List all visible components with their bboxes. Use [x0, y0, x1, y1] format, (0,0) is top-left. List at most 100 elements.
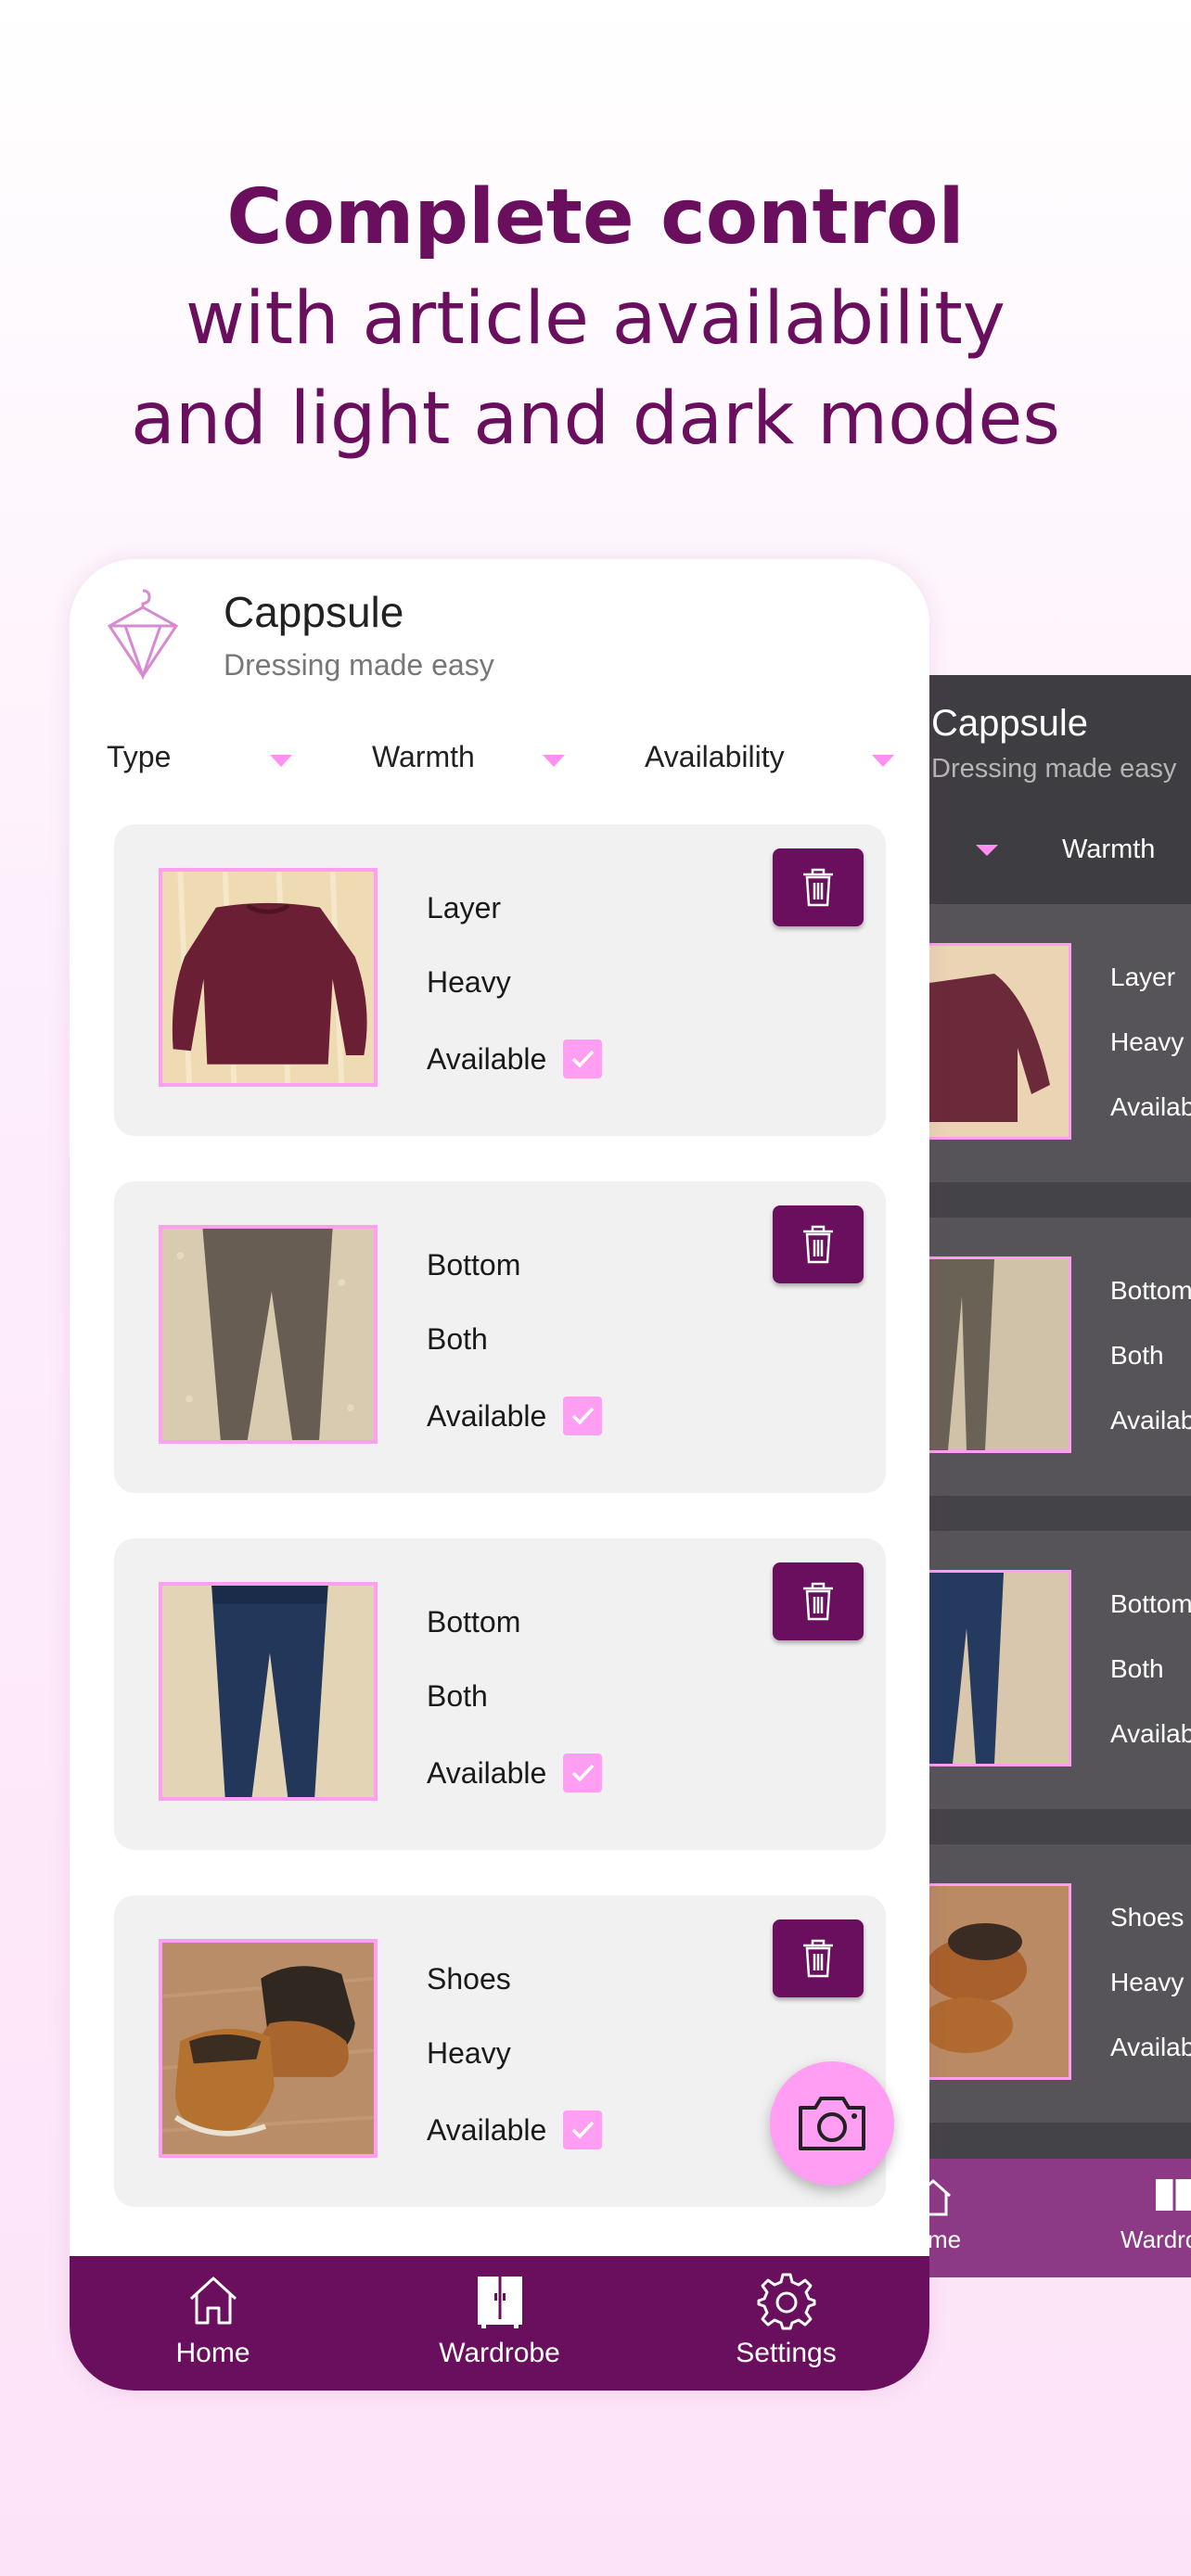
dark-item-warmth: Heavy — [1110, 1027, 1185, 1056]
app-subtitle: Dressing made easy — [224, 648, 494, 682]
delete-button[interactable] — [773, 848, 864, 926]
headline-line-1: Complete control — [226, 173, 965, 261]
item-warmth: Both — [427, 1679, 488, 1713]
dropdown-arrow-icon — [872, 755, 894, 767]
nav-home-label: Home — [175, 2338, 250, 2368]
item-availability: Available — [427, 2112, 547, 2147]
filter-warmth-dropdown[interactable]: Warmth — [372, 740, 585, 796]
availability-row: Available — [427, 2111, 603, 2149]
promo-headline: Complete control with article availabili… — [0, 167, 1191, 469]
dark-item-availability: Availab — [1110, 2033, 1191, 2061]
home-icon — [189, 2276, 237, 2325]
item-photo — [159, 868, 378, 1087]
item-availability: Available — [427, 1041, 547, 1076]
light-mode-phone: Cappsule Dressing made easy Type Warmth … — [70, 559, 929, 2391]
availability-row: Available — [427, 1039, 603, 1078]
dark-nav-home-label[interactable]: me — [929, 2225, 961, 2254]
dark-app-title: Cappsule — [931, 703, 1089, 744]
dropdown-arrow-icon — [270, 755, 292, 767]
dark-item-type: Bottom — [1110, 1589, 1191, 1618]
nav-wardrobe-label: Wardrobe — [439, 2338, 560, 2368]
headline-line-3: and light and dark modes — [131, 377, 1060, 461]
gear-icon — [757, 2273, 815, 2330]
item-photo — [159, 1939, 378, 2158]
dropdown-arrow-icon — [543, 755, 565, 767]
add-item-camera-button[interactable] — [770, 2061, 894, 2186]
camera-icon — [799, 2097, 865, 2150]
nav-settings-label: Settings — [736, 2338, 837, 2368]
item-warmth: Heavy — [427, 2036, 511, 2070]
dark-filter-warmth[interactable]: Warmth — [1062, 835, 1155, 865]
dark-item-availability: Availab — [1110, 1719, 1191, 1748]
check-icon — [572, 1050, 595, 1068]
headline-line-2: with article availability — [186, 277, 1005, 361]
availability-checkbox[interactable] — [563, 1753, 603, 1792]
dark-header: Cappsule Dressing made easy Warmth — [929, 675, 1191, 904]
item-type: Bottom — [427, 1605, 521, 1639]
dark-app-subtitle: Dressing made easy — [931, 754, 1177, 784]
check-icon — [572, 2121, 595, 2139]
item-photo — [929, 943, 1071, 1140]
trash-icon — [803, 868, 833, 907]
dark-list-item: Layer Heavy Availab — [929, 904, 1191, 1182]
bottom-nav: Home Wardrobe Settings — [70, 2256, 929, 2391]
wardrobe-item-card[interactable]: Bottom Both Available — [114, 1181, 886, 1493]
dark-item-type: Layer — [1110, 963, 1176, 991]
filter-availability-label: Availability — [645, 740, 785, 773]
availability-row: Available — [427, 1753, 603, 1792]
availability-checkbox[interactable] — [563, 1039, 603, 1078]
app-title: Cappsule — [224, 588, 404, 636]
filter-type-label: Type — [107, 740, 172, 773]
item-warmth: Heavy — [427, 965, 511, 999]
wardrobe-item-card[interactable]: Bottom Both Available — [114, 1538, 886, 1850]
filter-type-dropdown[interactable]: Type — [107, 740, 320, 796]
dark-list-item: Bottom Both Availab — [929, 1531, 1191, 1809]
dark-bottom-nav: me Wardro — [929, 2159, 1191, 2277]
dark-mode-preview: Cappsule Dressing made easy Warmth Layer… — [929, 675, 1191, 2277]
dark-item-warmth: Both — [1110, 1654, 1164, 1683]
dropdown-arrow-icon[interactable] — [976, 845, 998, 856]
dark-item-availability: Availab — [1110, 1092, 1191, 1121]
wardrobe-icon — [477, 2276, 522, 2328]
item-warmth: Both — [427, 1322, 488, 1356]
check-icon — [572, 1764, 595, 1782]
filter-warmth-label: Warmth — [372, 740, 475, 773]
item-photo — [159, 1582, 378, 1801]
trash-icon — [803, 1582, 833, 1621]
item-availability: Available — [427, 1398, 547, 1433]
dark-item-type: Bottom — [1110, 1276, 1191, 1305]
item-type: Shoes — [427, 1962, 511, 1996]
wardrobe-item-card[interactable]: Layer Heavy Available — [114, 824, 886, 1136]
delete-button[interactable] — [773, 1919, 864, 1997]
item-type: Bottom — [427, 1248, 521, 1282]
delete-button[interactable] — [773, 1562, 864, 1640]
trash-icon — [803, 1939, 833, 1978]
dark-list-item: Bottom Both Availab — [929, 1218, 1191, 1496]
dark-item-warmth: Heavy — [1110, 1968, 1185, 1996]
wardrobe-icon[interactable] — [1152, 2175, 1191, 2220]
hanger-diamond-icon — [107, 589, 179, 680]
nav-wardrobe[interactable]: Wardrobe — [356, 2256, 643, 2391]
item-availability: Available — [427, 1755, 547, 1790]
item-photo — [929, 1570, 1071, 1766]
delete-button[interactable] — [773, 1205, 864, 1283]
nav-settings[interactable]: Settings — [643, 2256, 929, 2391]
dark-item-availability: Availab — [1110, 1406, 1191, 1435]
nav-home[interactable]: Home — [70, 2256, 356, 2391]
item-photo — [929, 1256, 1071, 1453]
dark-item-type: Shoes — [1110, 1903, 1185, 1932]
availability-checkbox[interactable] — [563, 2111, 603, 2149]
availability-checkbox[interactable] — [563, 1396, 603, 1435]
item-type: Layer — [427, 891, 502, 925]
check-icon — [572, 1407, 595, 1425]
dark-nav-wardrobe-label[interactable]: Wardro — [1121, 2225, 1191, 2254]
home-icon[interactable] — [929, 2175, 955, 2220]
item-photo — [159, 1225, 378, 1444]
availability-row: Available — [427, 1396, 603, 1435]
filter-availability-dropdown[interactable]: Availability — [645, 740, 914, 796]
trash-icon — [803, 1225, 833, 1264]
dark-item-warmth: Both — [1110, 1341, 1164, 1370]
item-photo — [929, 1883, 1071, 2080]
dark-list-item: Shoes Heavy Availab — [929, 1844, 1191, 2123]
wardrobe-item-card[interactable]: Shoes Heavy Available — [114, 1895, 886, 2207]
